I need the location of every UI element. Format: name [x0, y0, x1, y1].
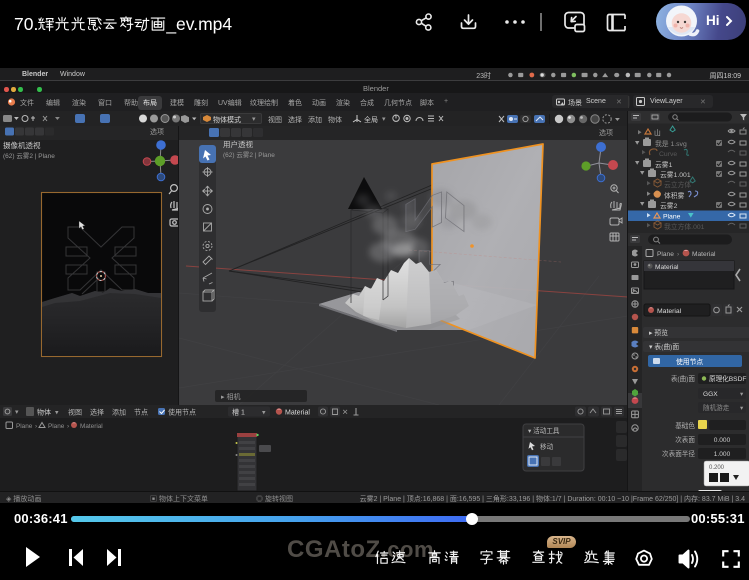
svg-text:Material: Material	[80, 423, 103, 430]
svg-text:使用节点: 使用节点	[168, 408, 196, 417]
svg-text:▾ 活动工具: ▾ 活动工具	[528, 426, 560, 435]
svg-text:Material: Material	[657, 308, 682, 315]
svg-text:云雾1.001: 云雾1.001	[660, 171, 691, 179]
svg-text:Curve: Curve	[659, 151, 677, 158]
svg-text:基础色: 基础色	[675, 421, 695, 430]
svg-text:视图: 视图	[68, 408, 82, 417]
svg-text:选项: 选项	[599, 128, 613, 137]
svg-text:GGX: GGX	[703, 391, 718, 398]
svg-text:原理化BSDF: 原理化BSDF	[709, 374, 746, 383]
svg-text:▾: ▾	[55, 410, 59, 417]
svg-text:0.000: 0.000	[714, 437, 731, 444]
svg-text:▸ 相机: ▸ 相机	[221, 392, 240, 401]
svg-text:›: ›	[35, 423, 37, 430]
svg-text:云立方体: 云立方体	[664, 180, 691, 189]
svg-text:›: ›	[67, 423, 69, 430]
svg-text:选项: 选项	[150, 127, 164, 136]
svg-text:表(曲)面: 表(曲)面	[671, 374, 696, 383]
svg-text:摄像机透视: 摄像机透视	[3, 140, 41, 150]
svg-text:Plane: Plane	[16, 423, 33, 430]
svg-text:(62) 云雾2 | Plane: (62) 云雾2 | Plane	[223, 151, 275, 159]
svg-text:云雾1: 云雾1	[655, 161, 673, 169]
svg-text:▾: ▾	[15, 409, 19, 416]
svg-text:体积雾: 体积雾	[664, 191, 685, 200]
svg-text:1.000: 1.000	[714, 451, 731, 458]
svg-text:添加: 添加	[112, 408, 126, 417]
svg-text:Material: Material	[285, 410, 310, 417]
svg-text:次表面半径: 次表面半径	[662, 449, 695, 458]
svg-text:移动: 移动	[540, 442, 554, 451]
svg-text:▾ 表(曲)面: ▾ 表(曲)面	[649, 342, 679, 351]
svg-text:Plane: Plane	[657, 251, 674, 258]
svg-text:山: 山	[654, 128, 661, 137]
svg-text:物体: 物体	[37, 408, 51, 417]
svg-text:Material: Material	[655, 264, 679, 271]
svg-text:Plane: Plane	[663, 214, 681, 221]
svg-text:使用节点: 使用节点	[676, 357, 703, 366]
svg-text:我立方体.001: 我立方体.001	[664, 222, 705, 231]
svg-text:(62) 云雾2 | Plane: (62) 云雾2 | Plane	[3, 152, 55, 160]
svg-text:次表面: 次表面	[675, 435, 695, 444]
svg-text:用户透视: 用户透视	[223, 139, 253, 149]
svg-text:✕: ✕	[342, 408, 348, 417]
svg-text:0.200: 0.200	[709, 465, 725, 471]
svg-text:我是 1.svg: 我是 1.svg	[655, 139, 687, 148]
svg-text:节点: 节点	[134, 409, 148, 417]
svg-text:随机游走: 随机游走	[703, 403, 730, 412]
svg-text:云雾2: 云雾2	[660, 202, 678, 210]
svg-text:▾: ▾	[262, 410, 266, 417]
svg-text:Plane: Plane	[48, 423, 65, 430]
svg-text:槽 1: 槽 1	[232, 408, 245, 417]
svg-text:Material: Material	[692, 251, 716, 258]
svg-text:选择: 选择	[90, 408, 104, 417]
svg-text:›: ›	[677, 251, 679, 258]
svg-text:▸ 预览: ▸ 预览	[649, 328, 668, 337]
